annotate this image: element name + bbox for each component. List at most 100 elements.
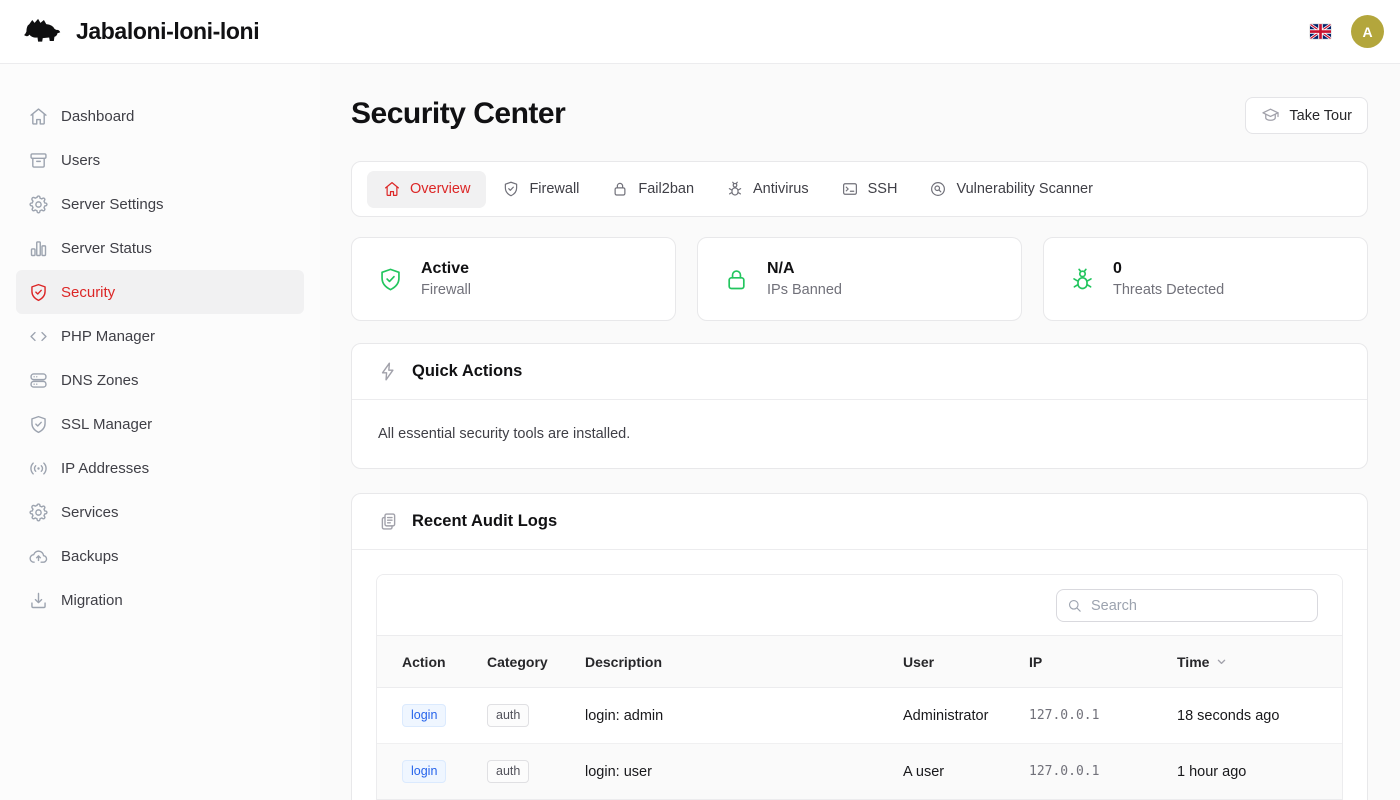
tab-overview[interactable]: Overview: [367, 171, 486, 208]
column-header-description[interactable]: Description: [585, 636, 903, 688]
cell-user: Administrator: [903, 688, 1029, 744]
tab-label: Vulnerability Scanner: [956, 181, 1092, 197]
category-badge: auth: [487, 704, 529, 727]
gear-icon: [28, 194, 49, 215]
sidebar-item-users[interactable]: Users: [16, 138, 304, 182]
brand-logo[interactable]: Jabaloni-loni-loni: [20, 15, 259, 49]
cell-description: login: user: [585, 744, 903, 800]
take-tour-button[interactable]: Take Tour: [1245, 97, 1368, 134]
shield-check-icon: [502, 180, 520, 198]
sidebar-item-label: Migration: [61, 592, 123, 609]
sidebar: Dashboard Users Server Settings Server S…: [0, 64, 320, 800]
sidebar-item-server-status[interactable]: Server Status: [16, 226, 304, 270]
column-header-user[interactable]: User: [903, 636, 1029, 688]
sidebar-item-label: Dashboard: [61, 108, 134, 125]
clipboard-copy-icon: [378, 511, 399, 532]
tab-label: Firewall: [529, 181, 579, 197]
page-title: Security Center: [351, 97, 565, 131]
column-header-action[interactable]: Action: [377, 636, 487, 688]
stat-value: 0: [1113, 260, 1224, 278]
column-header-category[interactable]: Category: [487, 636, 585, 688]
cell-user: A user: [903, 744, 1029, 800]
stat-label: Threats Detected: [1113, 282, 1224, 298]
sidebar-item-php-manager[interactable]: PHP Manager: [16, 314, 304, 358]
sidebar-item-label: IP Addresses: [61, 460, 149, 477]
boar-logo-icon: [20, 15, 62, 49]
security-tabs: Overview Firewall Fail2ban Antivirus SSH…: [351, 161, 1368, 217]
sidebar-item-label: PHP Manager: [61, 328, 155, 345]
sidebar-item-dashboard[interactable]: Dashboard: [16, 94, 304, 138]
tab-firewall[interactable]: Firewall: [486, 171, 595, 208]
cell-time: 1 hour ago: [1177, 744, 1342, 800]
uk-flag-language-icon[interactable]: [1310, 24, 1331, 39]
take-tour-label: Take Tour: [1289, 108, 1352, 124]
audit-logs-title: Recent Audit Logs: [412, 512, 557, 531]
app-title: Jabaloni-loni-loni: [76, 18, 259, 45]
tab-label: SSH: [868, 181, 898, 197]
user-avatar[interactable]: A: [1351, 15, 1384, 48]
quick-actions-section: Quick Actions All essential security too…: [351, 343, 1368, 469]
top-header: Jabaloni-loni-loni A: [0, 0, 1400, 64]
bar-chart-icon: [28, 238, 49, 259]
sidebar-item-migration[interactable]: Migration: [16, 578, 304, 622]
home-icon: [383, 180, 401, 198]
cell-description: login: admin: [585, 688, 903, 744]
cell-ip: 127.0.0.1: [1029, 744, 1177, 800]
stat-label: IPs Banned: [767, 282, 842, 298]
shield-check-icon: [28, 282, 49, 303]
cell-ip: 127.0.0.1: [1029, 688, 1177, 744]
table-row: login auth login: admin Administrator 12…: [377, 688, 1342, 744]
tab-label: Antivirus: [753, 181, 809, 197]
lock-icon: [611, 180, 629, 198]
sidebar-item-services[interactable]: Services: [16, 490, 304, 534]
sidebar-item-label: SSL Manager: [61, 416, 152, 433]
sidebar-item-label: Server Settings: [61, 196, 164, 213]
home-icon: [28, 106, 49, 127]
tab-label: Fail2ban: [638, 181, 694, 197]
shield-check-icon: [377, 266, 404, 293]
search-icon: [1066, 597, 1083, 614]
sidebar-item-ip-addresses[interactable]: IP Addresses: [16, 446, 304, 490]
sidebar-item-label: Services: [61, 504, 119, 521]
column-header-ip[interactable]: IP: [1029, 636, 1177, 688]
gear-icon: [28, 502, 49, 523]
quick-actions-message: All essential security tools are install…: [378, 426, 1341, 442]
stat-card-threats: 0 Threats Detected: [1043, 237, 1368, 321]
download-icon: [28, 590, 49, 611]
archive-box-icon: [28, 150, 49, 171]
terminal-icon: [841, 180, 859, 198]
sidebar-item-label: Users: [61, 152, 100, 169]
sidebar-item-label: Backups: [61, 548, 119, 565]
action-badge: login: [402, 704, 446, 727]
quick-actions-title: Quick Actions: [412, 362, 522, 381]
sidebar-item-backups[interactable]: Backups: [16, 534, 304, 578]
chevron-down-icon: [1214, 654, 1229, 669]
cell-time: 18 seconds ago: [1177, 688, 1342, 744]
sidebar-item-label: Server Status: [61, 240, 152, 257]
cloud-upload-icon: [28, 546, 49, 567]
tab-vulnerability-scanner[interactable]: Vulnerability Scanner: [913, 171, 1108, 208]
tab-fail2ban[interactable]: Fail2ban: [595, 171, 710, 208]
tab-antivirus[interactable]: Antivirus: [710, 171, 825, 208]
tab-ssh[interactable]: SSH: [825, 171, 914, 208]
stat-value: Active: [421, 260, 471, 278]
sidebar-item-dns-zones[interactable]: DNS Zones: [16, 358, 304, 402]
main-content: Security Center Take Tour Overview Firew…: [320, 64, 1400, 800]
audit-logs-section: Recent Audit Logs: [351, 493, 1368, 800]
action-badge: login: [402, 760, 446, 783]
sidebar-item-security[interactable]: Security: [16, 270, 304, 314]
sidebar-item-server-settings[interactable]: Server Settings: [16, 182, 304, 226]
lightning-icon: [378, 361, 399, 382]
stat-value: N/A: [767, 260, 842, 278]
category-badge: auth: [487, 760, 529, 783]
server-stack-icon: [28, 370, 49, 391]
scan-search-icon: [929, 180, 947, 198]
shield-check-icon: [28, 414, 49, 435]
stat-label: Firewall: [421, 282, 471, 298]
search-input[interactable]: [1056, 589, 1318, 622]
column-header-time[interactable]: Time: [1177, 636, 1342, 688]
lock-icon: [723, 266, 750, 293]
status-cards: Active Firewall N/A IPs Banned 0 Threats…: [351, 237, 1368, 321]
sidebar-item-ssl-manager[interactable]: SSL Manager: [16, 402, 304, 446]
table-row: login auth login: user A user 127.0.0.1 …: [377, 744, 1342, 800]
